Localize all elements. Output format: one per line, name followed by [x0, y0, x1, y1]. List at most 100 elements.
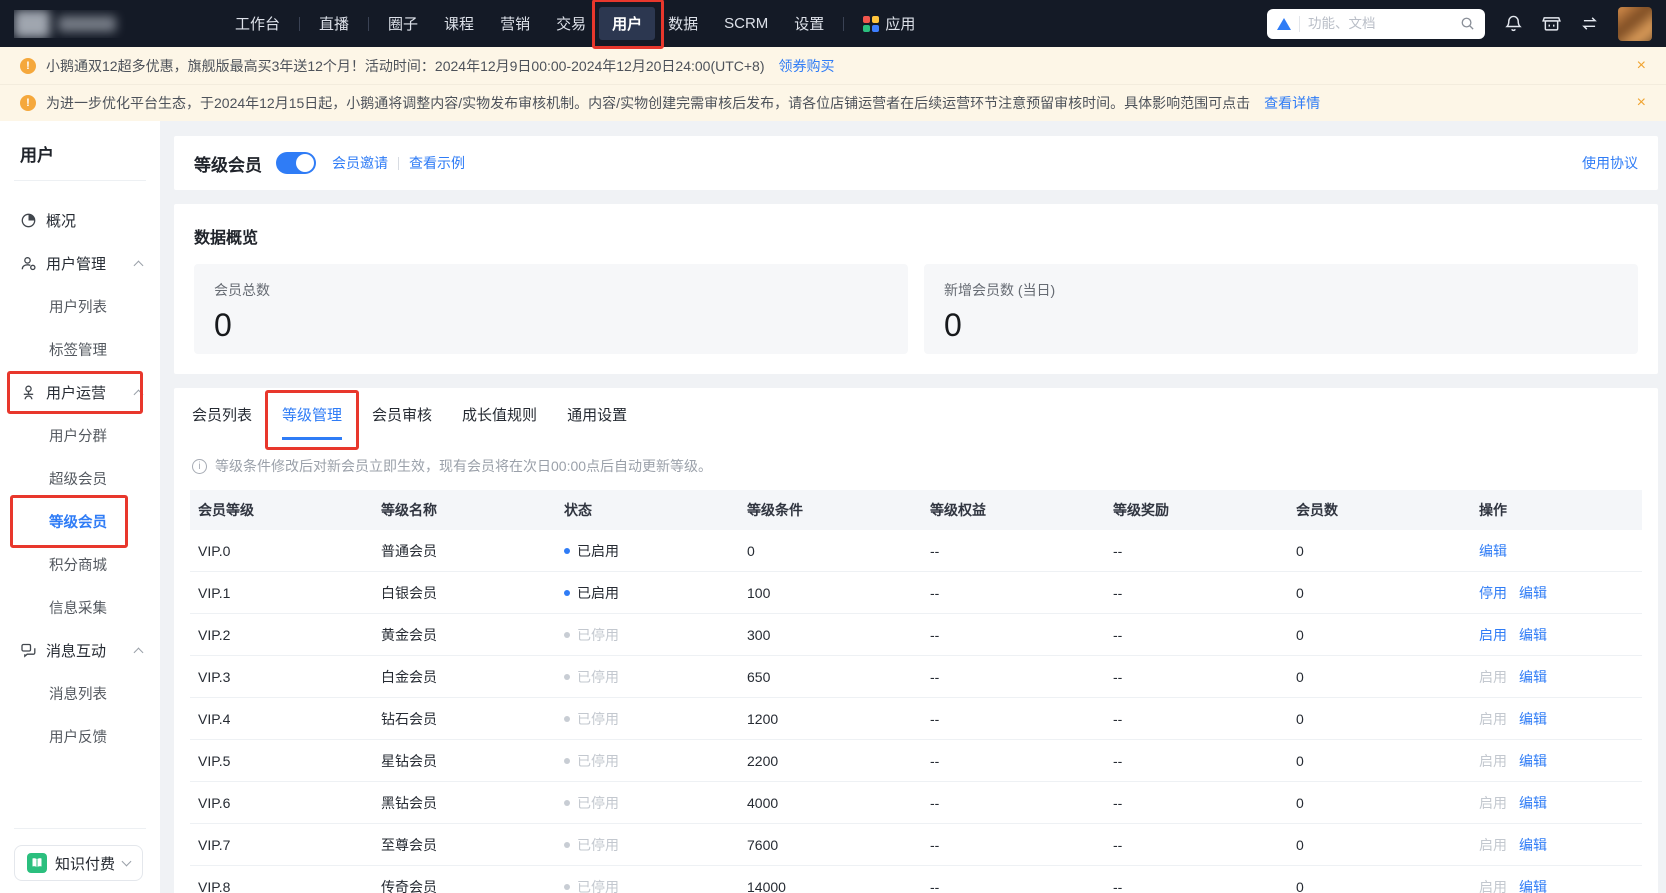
switch-account-icon[interactable] — [1580, 14, 1599, 33]
search-input[interactable] — [1308, 16, 1452, 31]
table-note: i 等级条件修改后对新会员立即生效，现有会员将在次日00:00点后自动更新等级。 — [192, 456, 1640, 476]
sidebar-item-9[interactable]: 信息采集 — [0, 586, 160, 629]
nav-item-9[interactable]: 设置 — [781, 7, 837, 40]
nav-separator — [299, 16, 301, 31]
tab-4[interactable]: 通用设置 — [567, 404, 627, 440]
action-link-1[interactable]: 编辑 — [1519, 879, 1547, 893]
status-dot-icon — [564, 673, 570, 680]
action-link-1[interactable]: 编辑 — [1519, 627, 1547, 643]
user-avatar[interactable] — [1618, 6, 1652, 41]
nav-item-4[interactable]: 营销 — [487, 7, 543, 40]
row-actions: 启用 编辑 — [1475, 625, 1642, 645]
sidebar-item-11[interactable]: 消息列表 — [0, 672, 160, 715]
nav-item-10[interactable]: 应用 — [850, 7, 928, 40]
action-link-0[interactable]: 启用 — [1479, 879, 1507, 893]
nav-item-label: SCRM — [724, 15, 769, 32]
product-switcher-button[interactable]: 知识付费 — [14, 845, 144, 881]
status-dot-icon — [564, 799, 570, 806]
nav-item-7[interactable]: 数据 — [655, 7, 711, 40]
action-link-0[interactable]: 启用 — [1479, 669, 1507, 685]
sidebar-item-7[interactable]: 等级会员 — [0, 495, 160, 548]
message-icon — [20, 642, 37, 659]
status-dot-icon — [564, 715, 570, 722]
row-actions: 启用 编辑 — [1475, 709, 1642, 729]
status-badge: 已停用 — [560, 793, 743, 813]
nav-item-5[interactable]: 交易 — [543, 7, 599, 40]
level-name: 黑钻会员 — [381, 794, 437, 811]
store-icon[interactable] — [1542, 14, 1561, 33]
level-reward: -- — [1113, 542, 1123, 559]
main-content: 等级会员 会员邀请 查看示例 使用协议 数据概览 会员总数 0 新增会员数 (当… — [160, 121, 1666, 893]
sidebar-item-12[interactable]: 用户反馈 — [0, 715, 160, 758]
status-text: 已停用 — [577, 626, 619, 643]
action-link-1[interactable]: 编辑 — [1519, 585, 1547, 601]
status-dot-icon — [564, 841, 570, 848]
status-badge: 已启用 — [560, 583, 743, 603]
member-count: 0 — [1296, 836, 1304, 853]
sidebar-item-6[interactable]: 超级会员 — [0, 457, 160, 500]
global-search[interactable] — [1267, 8, 1485, 39]
column-header-7: 操作 — [1479, 502, 1507, 518]
nav-item-0[interactable]: 工作台 — [222, 7, 293, 40]
sidebar-item-10[interactable]: 消息互动 — [0, 629, 160, 672]
action-link-0[interactable]: 启用 — [1479, 753, 1507, 769]
tab-1[interactable]: 等级管理 — [265, 390, 360, 450]
sidebar-item-4[interactable]: 用户运营 — [0, 371, 160, 414]
action-link-0[interactable]: 停用 — [1479, 585, 1507, 601]
sidebar-item-0[interactable]: 概况 — [0, 199, 160, 242]
usage-agreement-link[interactable]: 使用协议 — [1582, 153, 1638, 173]
action-link-0[interactable]: 编辑 — [1479, 543, 1507, 559]
search-icon[interactable] — [1460, 16, 1475, 31]
level-reward: -- — [1113, 626, 1123, 643]
tab-3[interactable]: 成长值规则 — [462, 404, 537, 440]
level-member-toggle[interactable] — [276, 152, 316, 174]
tab-0[interactable]: 会员列表 — [192, 404, 252, 440]
level-table: 会员等级 等级名称 状态 等级条件 等级权益 等级奖励 会员数 操作 VIP.0 普通会员 已启用 0… — [190, 490, 1642, 893]
nav-item-2[interactable]: 圈子 — [375, 7, 431, 40]
member-count: 0 — [1296, 878, 1304, 893]
member-level: VIP.4 — [198, 710, 231, 727]
view-details-link[interactable]: 查看详情 — [1264, 93, 1320, 113]
action-link-1[interactable]: 编辑 — [1519, 795, 1547, 811]
member-invite-link[interactable]: 会员邀请 — [332, 153, 388, 173]
sidebar-item-8[interactable]: 积分商城 — [0, 543, 160, 586]
sidebar-item-5[interactable]: 用户分群 — [0, 414, 160, 457]
nav-item-6[interactable]: 用户 — [592, 0, 665, 49]
sidebar-item-1[interactable]: 用户管理 — [0, 242, 160, 285]
nav-item-8[interactable]: SCRM — [711, 9, 781, 38]
warning-icon: ! — [20, 57, 36, 74]
sidebar-item-3[interactable]: 标签管理 — [0, 328, 160, 371]
sidebar-item-2[interactable]: 用户列表 — [0, 285, 160, 328]
banner-close-icon[interactable]: × — [1637, 95, 1646, 111]
sidebar-item-label: 用户分群 — [49, 429, 107, 445]
nav-item-label: 直播 — [319, 16, 350, 33]
action-link-0[interactable]: 启用 — [1479, 711, 1507, 727]
coupon-buy-link[interactable]: 领券购买 — [779, 56, 835, 76]
level-name: 传奇会员 — [381, 878, 437, 893]
link-divider — [398, 156, 399, 170]
nav-item-3[interactable]: 课程 — [431, 7, 487, 40]
notification-bell-icon[interactable] — [1504, 14, 1523, 33]
action-link-0[interactable]: 启用 — [1479, 837, 1507, 853]
status-text: 已停用 — [577, 668, 619, 685]
action-link-0[interactable]: 启用 — [1479, 627, 1507, 643]
status-text: 已启用 — [577, 542, 619, 559]
product-switcher-label: 知识付费 — [55, 855, 116, 873]
member-count: 0 — [1296, 626, 1304, 643]
row-actions: 启用 编辑 — [1475, 751, 1642, 771]
action-link-0[interactable]: 启用 — [1479, 795, 1507, 811]
action-link-1[interactable]: 编辑 — [1519, 753, 1547, 769]
tab-2[interactable]: 会员审核 — [372, 404, 432, 440]
member-count: 0 — [1296, 668, 1304, 685]
view-example-link[interactable]: 查看示例 — [409, 153, 465, 173]
banner-close-icon[interactable]: × — [1637, 57, 1646, 74]
action-link-1[interactable]: 编辑 — [1519, 837, 1547, 853]
status-dot-icon — [564, 547, 570, 554]
nav-item-label: 圈子 — [388, 16, 419, 33]
nav-item-1[interactable]: 直播 — [306, 7, 362, 40]
table-row-VIP.3: VIP.3 白金会员 已停用 650 -- -- 0 启用 编辑 — [190, 656, 1642, 698]
action-link-1[interactable]: 编辑 — [1519, 669, 1547, 685]
action-link-1[interactable]: 编辑 — [1519, 711, 1547, 727]
sidebar-item-label: 标签管理 — [49, 343, 107, 359]
level-name: 白金会员 — [381, 668, 437, 685]
